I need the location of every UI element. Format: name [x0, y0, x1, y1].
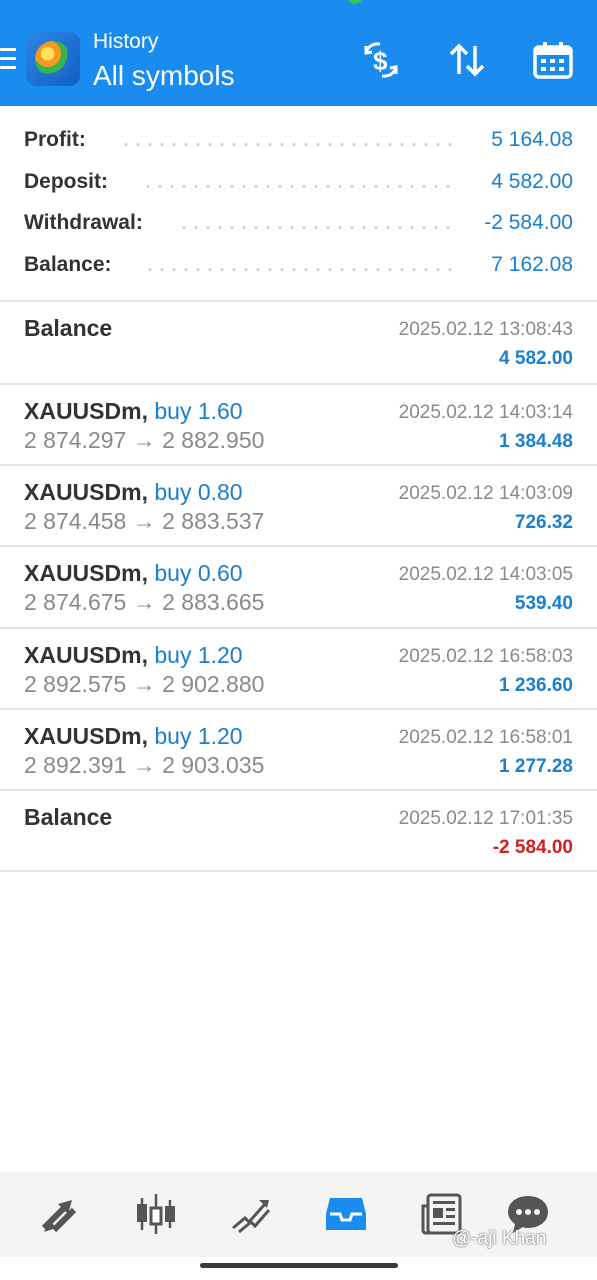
summary-value: 4 582.00 [491, 169, 573, 193]
header-title[interactable]: All symbols [93, 60, 235, 92]
divider [0, 870, 597, 872]
deal-type: buy 1.20 [154, 642, 243, 668]
trade-lines-icon [232, 1200, 271, 1234]
deal-row[interactable]: XAUUSDm, buy 1.60 2 874.297 → 2 882.950 … [0, 385, 597, 465]
deal-type: buy 0.60 [154, 560, 243, 586]
deal-time: 2025.02.12 14:03:14 [398, 402, 573, 423]
svg-text:$: $ [373, 46, 388, 76]
deal-row[interactable]: Balance 2025.02.12 17:01:35 -2 584.00 [0, 791, 597, 871]
deal-symbol: XAUUSDm, [24, 560, 148, 586]
deal-title: Balance [24, 804, 113, 830]
deal-symbol: XAUUSDm, [24, 398, 148, 424]
deal-time: 2025.02.12 14:03:09 [398, 483, 573, 504]
deal-profit: 1 277.28 [499, 756, 573, 777]
deal-time: 2025.02.12 14:03:05 [398, 564, 573, 585]
deal-title: Balance [24, 315, 113, 341]
summary-label: Deposit: [24, 169, 108, 193]
summary-label: Balance: [24, 252, 112, 276]
deal-symbol: XAUUSDm, [24, 723, 148, 749]
deal-profit: 539.40 [514, 593, 573, 614]
status-indicator [348, 0, 362, 4]
summary-row-withdrawal: Withdrawal: -2 584.00 [0, 201, 597, 243]
summary-row-balance: Balance: 7 162.08 [0, 243, 597, 285]
summary-value: 5 164.08 [491, 128, 573, 151]
deal-row[interactable]: XAUUSDm, buy 1.20 2 892.391 → 2 903.035 … [0, 710, 597, 790]
deal-symbol: XAUUSDm, [24, 642, 148, 668]
deal-profit: -2 584.00 [492, 837, 573, 858]
deal-row[interactable]: XAUUSDm, buy 0.60 2 874.675 → 2 883.665 … [0, 547, 597, 627]
deal-prices: 2 874.297 → 2 882.950 [24, 427, 265, 453]
deal-time: 2025.02.12 16:58:03 [398, 646, 573, 667]
deal-prices: 2 874.675 → 2 883.665 [24, 589, 265, 615]
summary-value: -2 584.00 [484, 211, 573, 234]
deal-row[interactable]: XAUUSDm, buy 1.20 2 892.575 → 2 902.880 … [0, 629, 597, 709]
inbox-icon [326, 1198, 366, 1230]
deal-profit: 726.32 [514, 512, 573, 533]
summary-row-deposit: Deposit: 4 582.00 [0, 160, 597, 202]
metatrader-logo [26, 32, 80, 86]
summary-value: 7 162.08 [491, 252, 573, 276]
deal-type: buy 0.80 [154, 479, 243, 505]
dollar-exchange-icon[interactable]: $ [356, 38, 406, 82]
history-tab[interactable] [321, 1190, 371, 1238]
trade-tab[interactable] [226, 1190, 276, 1238]
deal-profit: 1 236.60 [499, 675, 573, 696]
summary-label: Profit: [24, 128, 86, 151]
deal-type: buy 1.20 [154, 723, 243, 749]
quotes-arrows-icon [41, 1200, 77, 1233]
deal-row[interactable]: Balance 2025.02.12 13:08:43 4 582.00 [0, 302, 597, 382]
deal-time: 2025.02.12 13:08:43 [398, 319, 573, 340]
deal-prices: 2 892.391 → 2 903.035 [24, 752, 265, 778]
deal-profit: 4 582.00 [499, 348, 573, 369]
history-summary: Profit: 5 164.08 Deposit: 4 582.00 Withd… [0, 118, 597, 284]
deal-time: 2025.02.12 17:01:35 [398, 808, 573, 829]
deal-row[interactable]: XAUUSDm, buy 0.80 2 874.458 → 2 883.537 … [0, 466, 597, 546]
header-subtitle: History [93, 30, 159, 53]
summary-row-profit: Profit: 5 164.08 [0, 118, 597, 160]
deal-time: 2025.02.12 16:58:01 [398, 727, 573, 748]
sort-icon[interactable] [444, 38, 490, 82]
watermark: @-aji Khan [452, 1228, 547, 1249]
summary-label: Withdrawal: [24, 211, 143, 234]
app-header: History All symbols $ [0, 0, 597, 106]
quotes-tab[interactable] [35, 1190, 85, 1238]
candlestick-icon [137, 1194, 175, 1234]
deal-prices: 2 892.575 → 2 902.880 [24, 671, 265, 697]
deal-prices: 2 874.458 → 2 883.537 [24, 508, 265, 534]
deal-symbol: XAUUSDm, [24, 479, 148, 505]
calendar-icon[interactable] [530, 38, 576, 82]
menu-icon[interactable] [0, 48, 18, 72]
home-indicator[interactable] [200, 1263, 398, 1268]
chart-tab[interactable] [131, 1190, 181, 1238]
deal-type: buy 1.60 [154, 398, 243, 424]
deal-profit: 1 384.48 [499, 431, 573, 452]
